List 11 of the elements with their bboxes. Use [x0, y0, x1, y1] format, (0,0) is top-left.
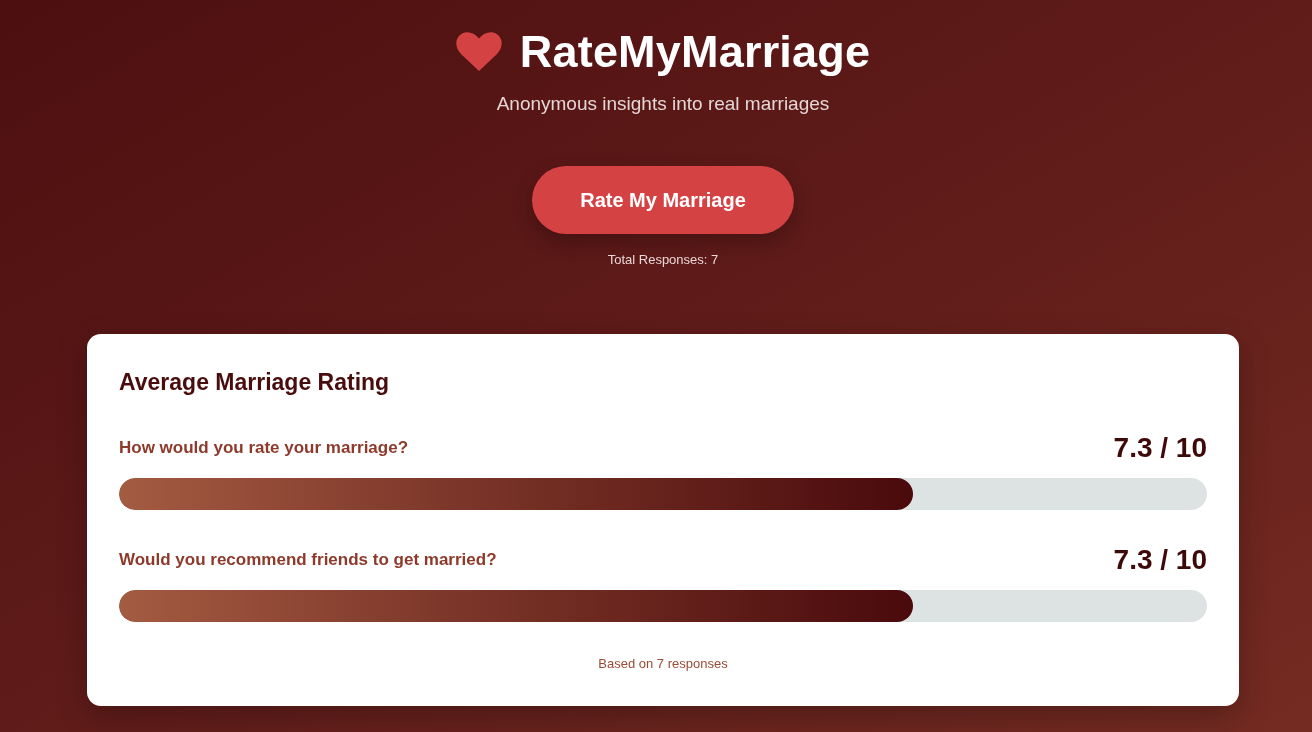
- total-responses: Total Responses: 7: [607, 252, 719, 268]
- heart-icon: [455, 32, 502, 72]
- responses-note: Based on 7 responses: [597, 656, 729, 672]
- score-value: 7.3 / 10: [1113, 543, 1207, 577]
- card-title: Average Marriage Rating: [119, 368, 391, 397]
- question-label: Would you recommend friends to get married?: [119, 550, 497, 570]
- app-subtitle: Anonymous insights into real marriages: [496, 92, 830, 116]
- question-label: How would you rate your marriage?: [119, 438, 409, 458]
- score-value: 7.3 / 10: [1113, 431, 1207, 465]
- rate-button[interactable]: Rate My Marriage: [532, 166, 794, 234]
- app-title: RateMyMarriage: [519, 25, 871, 79]
